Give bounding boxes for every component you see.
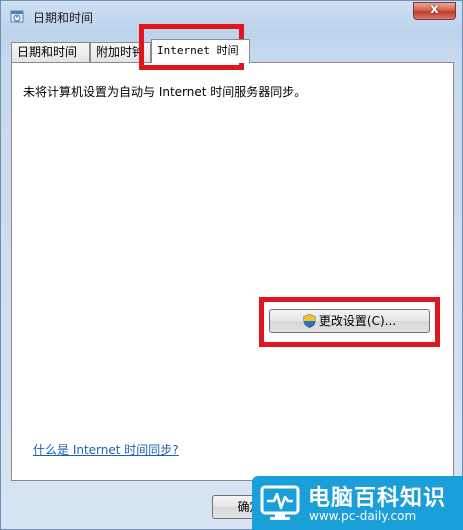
uac-shield-icon (303, 314, 316, 328)
watermark-badge: 电脑百科知识 www.pc-daily.com (252, 476, 463, 530)
date-time-dialog: 日期和时间 x 日期和时间 附加时钟 Internet 时间 未将计算机设置为自… (0, 0, 463, 530)
window-title: 日期和时间 (33, 11, 94, 25)
tab-panel (11, 62, 454, 481)
clock-calendar-icon (10, 10, 24, 23)
close-icon: x (430, 2, 439, 17)
internet-time-help-link[interactable]: 什么是 Internet 时间同步? (33, 441, 179, 458)
change-settings-label: 更改设置(C)... (318, 314, 397, 328)
title-bar[interactable]: 日期和时间 x (1, 1, 462, 31)
watermark-title: 电脑百科知识 (308, 486, 447, 511)
tab-strip: 日期和时间 附加时钟 Internet 时间 (11, 39, 271, 63)
change-settings-button[interactable]: 更改设置(C)... (269, 309, 430, 333)
watermark-url: www.pc-daily.com (309, 509, 417, 523)
tab-internet-time[interactable]: Internet 时间 (151, 39, 250, 63)
monitor-pulse-icon (260, 485, 300, 520)
sync-status-text: 未将计算机设置为自动与 Internet 时间服务器同步。 (23, 85, 307, 99)
tab-additional-clocks[interactable]: 附加时钟 (90, 42, 151, 62)
tab-date-time[interactable]: 日期和时间 (11, 42, 90, 62)
close-button[interactable]: x (413, 2, 456, 20)
